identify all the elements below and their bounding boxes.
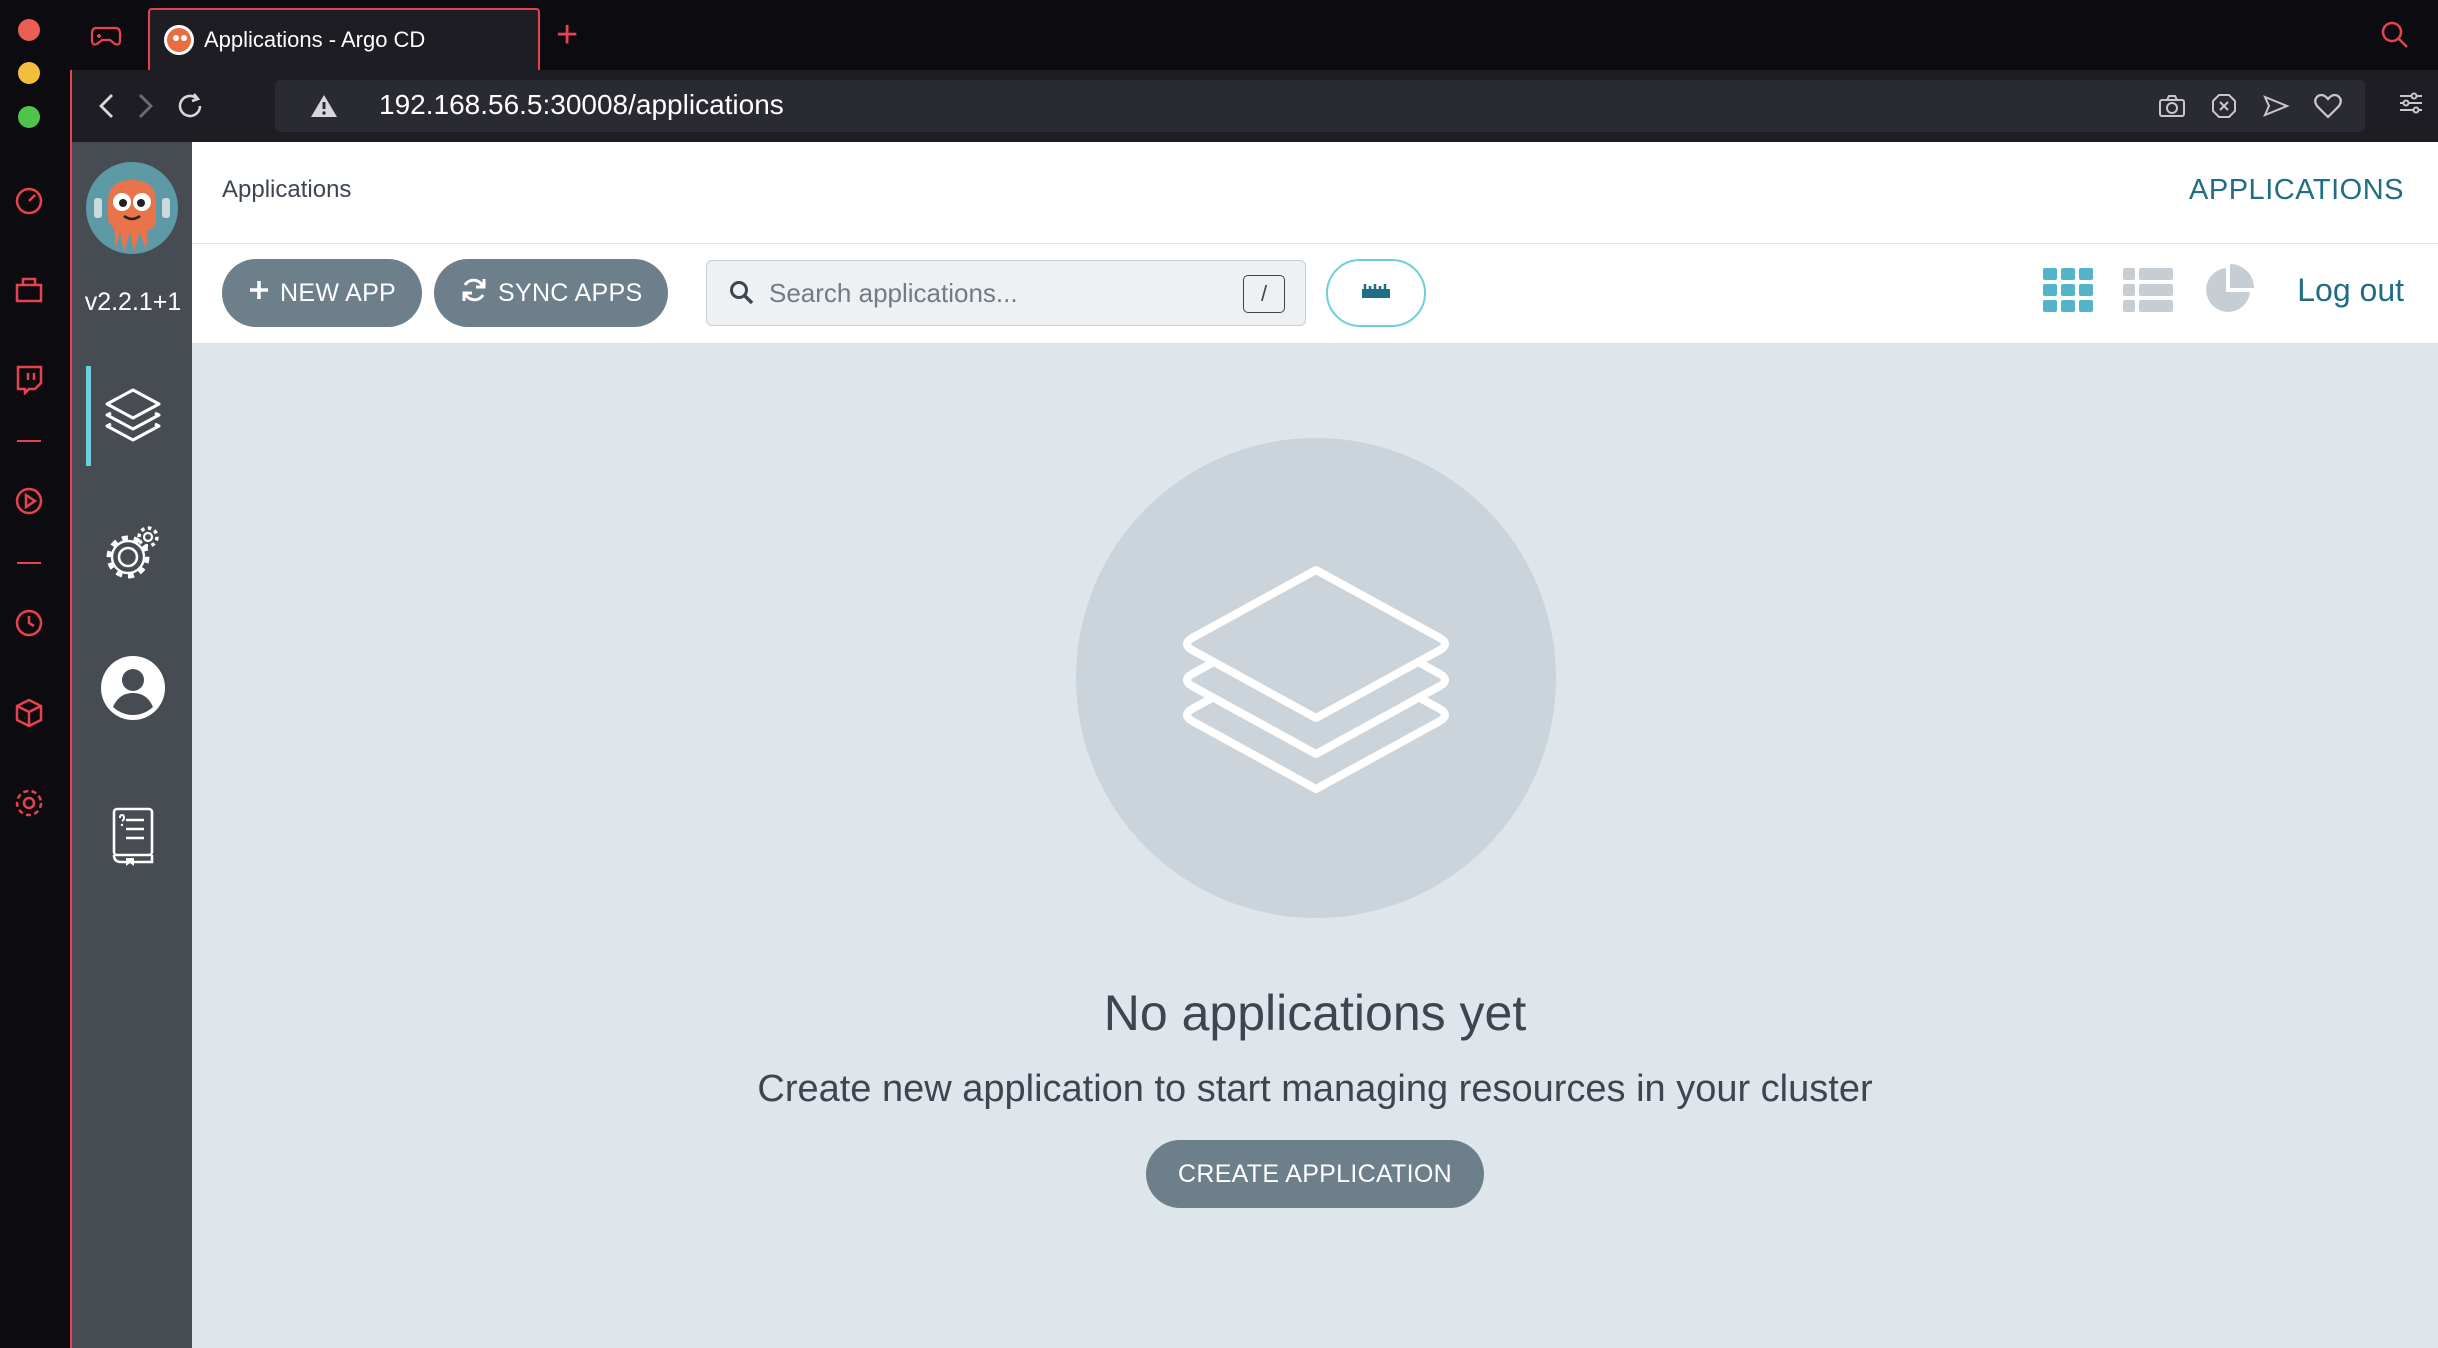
new-app-label: NEW APP [280, 278, 397, 307]
logout-link[interactable]: Log out [2297, 272, 2404, 309]
filters-toggle-button[interactable] [1326, 259, 1426, 327]
shopping-icon[interactable] [12, 272, 46, 306]
page-header: Applications APPLICATIONS [192, 142, 2438, 244]
layers-icon [101, 382, 165, 451]
search-icon [729, 280, 755, 311]
applications-content: No applications yet Create new applicati… [192, 344, 2438, 1348]
tab-search-icon[interactable] [2380, 20, 2410, 55]
sidebar-item-user-info[interactable] [72, 640, 194, 740]
summary-pie-icon[interactable] [2200, 262, 2256, 318]
extensions-icon[interactable] [12, 696, 46, 730]
tiles-view-icon[interactable] [2040, 262, 2096, 318]
gx-control-icon[interactable] [88, 18, 124, 54]
forward-button[interactable] [128, 88, 164, 124]
history-icon[interactable] [12, 606, 46, 640]
adblock-icon[interactable] [2209, 92, 2239, 120]
url-text[interactable]: 192.168.56.5:30008/applications [379, 89, 784, 121]
create-application-button[interactable]: CREATE APPLICATION [1146, 1140, 1484, 1208]
send-icon[interactable] [2261, 92, 2291, 120]
window-zoom-button[interactable] [18, 106, 40, 128]
empty-state-subtitle: Create new application to start managing… [757, 1068, 1873, 1110]
snapshot-icon[interactable] [2157, 92, 2187, 120]
user-icon [100, 655, 166, 726]
applications-toolbar: NEW APP SYNC APPS / Log o [192, 244, 2438, 344]
search-input[interactable] [769, 261, 1229, 325]
new-app-button[interactable]: NEW APP [222, 259, 423, 327]
browser-sidebar [0, 0, 70, 1348]
window-minimize-button[interactable] [18, 62, 40, 84]
tab-title: Applications - Argo CD [204, 27, 426, 52]
twitch-icon[interactable] [12, 362, 46, 396]
search-box[interactable]: / [706, 260, 1306, 326]
reload-button[interactable] [172, 88, 208, 124]
tab-bar: Applications - Argo CD + [70, 0, 2438, 70]
not-secure-warning-icon[interactable] [309, 93, 339, 124]
address-bar[interactable]: 192.168.56.5:30008/applications [275, 80, 2365, 132]
argo-version: v2.2.1+1 [84, 288, 182, 316]
player-icon[interactable] [12, 484, 46, 518]
book-icon [110, 806, 156, 871]
argo-favicon-icon [164, 25, 194, 55]
speed-dial-icon[interactable] [12, 184, 46, 218]
window-close-button[interactable] [18, 19, 40, 41]
sync-apps-label: SYNC APPS [498, 278, 643, 307]
ruler-icon [1361, 283, 1391, 304]
sidebar-item-settings[interactable] [72, 506, 194, 606]
rail-divider [17, 440, 41, 442]
tab-argo-cd[interactable]: Applications - Argo CD [148, 8, 540, 70]
argo-logo[interactable] [86, 162, 178, 254]
rail-divider [17, 562, 41, 564]
sidebar-item-documentation[interactable] [72, 788, 194, 888]
breadcrumb[interactable]: Applications [222, 176, 351, 204]
bookmark-heart-icon[interactable] [2313, 92, 2343, 120]
browser-settings-icon[interactable] [12, 786, 46, 820]
navigation-bar: 192.168.56.5:30008/applications [70, 70, 2438, 142]
layers-icon [1166, 526, 1466, 831]
search-shortcut-hint: / [1243, 275, 1285, 313]
empty-state-illustration [1076, 438, 1556, 918]
plus-icon [248, 279, 270, 308]
back-button[interactable] [88, 88, 124, 124]
sync-apps-button[interactable]: SYNC APPS [434, 259, 669, 327]
sidebar-item-applications[interactable] [72, 366, 194, 466]
argo-sidebar: v2.2.1+1 [70, 142, 192, 1348]
sync-icon [460, 276, 488, 311]
easy-setup-menu-icon[interactable] [2396, 88, 2426, 123]
page-title: APPLICATIONS [2189, 174, 2404, 206]
list-view-icon[interactable] [2120, 262, 2176, 318]
gears-icon [102, 523, 164, 590]
new-tab-button[interactable]: + [556, 16, 578, 54]
empty-state-title: No applications yet [1103, 985, 1527, 1041]
